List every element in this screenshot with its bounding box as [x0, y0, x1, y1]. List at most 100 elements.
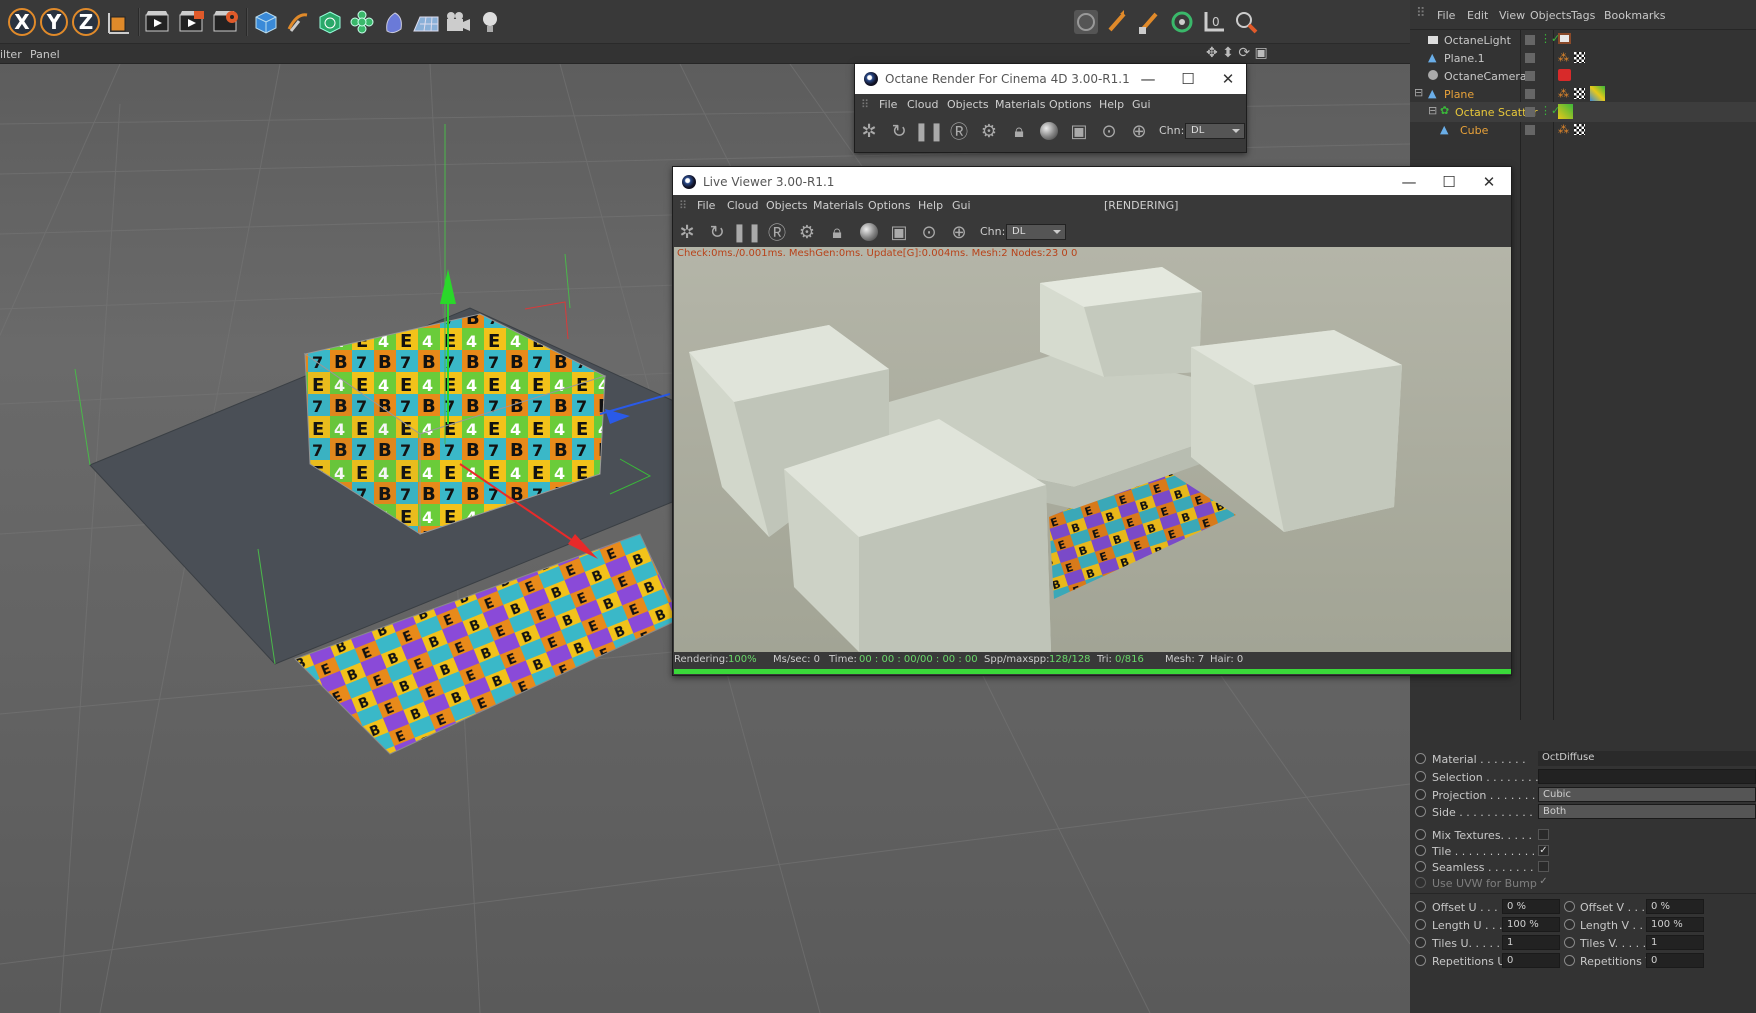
mix-textures-checkbox[interactable]	[1538, 829, 1549, 840]
filter-menu[interactable]: ilter	[0, 48, 22, 61]
object-row-octane-scatter[interactable]: ⊟ ✿ Octane Scatter ⋮✓	[1410, 102, 1756, 122]
viewport-clip-icon[interactable]: ▣	[888, 221, 910, 243]
om-menu-view[interactable]: View	[1499, 9, 1525, 22]
camera-icon[interactable]	[442, 6, 474, 38]
material-tag-icon[interactable]	[1574, 124, 1585, 135]
mix-textures-radio[interactable]	[1415, 829, 1426, 840]
om-menu-objects[interactable]: Objects	[1530, 9, 1572, 22]
octane-menu-materials[interactable]: Materials	[995, 98, 1045, 111]
om-menu-bookmarks[interactable]: Bookmarks	[1604, 9, 1665, 22]
edit-render-settings-icon[interactable]	[210, 6, 242, 38]
settings-gear-icon[interactable]: ⚙	[978, 120, 1000, 142]
lv-menu-gui[interactable]: Gui	[952, 199, 971, 212]
collapse-icon[interactable]: ⊟	[1414, 86, 1423, 99]
object-row-plane1[interactable]: ▲ Plane.1 ⁂	[1410, 48, 1756, 68]
edit-icon[interactable]	[1525, 35, 1535, 45]
edit-icon[interactable]	[1525, 107, 1535, 117]
tiles-u-field[interactable]: 1	[1502, 935, 1560, 950]
live-selection-icon[interactable]	[1070, 6, 1102, 38]
material-tag-icon[interactable]	[1574, 52, 1585, 63]
octane-menu-file[interactable]: File	[879, 98, 897, 111]
material-pick-icon[interactable]: ⊕	[948, 221, 970, 243]
x-axis-lock-button[interactable]: X	[6, 6, 38, 38]
z-axis-lock-button[interactable]: Z	[70, 6, 102, 38]
restart-render-icon[interactable]: ↻	[706, 221, 728, 243]
lv-menu-materials[interactable]: Materials	[813, 199, 863, 212]
edit-icon[interactable]	[1525, 89, 1535, 99]
tile-radio[interactable]	[1415, 845, 1426, 856]
phong-tag-icon[interactable]: ⁂	[1558, 123, 1569, 136]
viewport-nav-icons[interactable]: ✥ ⬍ ⟳ ▣	[1206, 45, 1268, 61]
scatter-tag-icon[interactable]	[1558, 104, 1573, 119]
material-tag-icon[interactable]	[1574, 88, 1585, 99]
octane-titlebar[interactable]: Octane Render For Cinema 4D 3.00-R1.1 — …	[855, 64, 1246, 94]
om-menu-edit[interactable]: Edit	[1467, 9, 1488, 22]
pause-render-icon[interactable]: ❚❚	[732, 221, 762, 243]
render-canvas[interactable]: B E Check:0	[674, 247, 1511, 652]
y-axis-lock-button[interactable]: Y	[38, 6, 70, 38]
material-sphere-icon[interactable]	[1038, 120, 1060, 142]
lock-icon[interactable]: 🔒︎	[826, 221, 848, 243]
focus-pick-icon[interactable]: ⊙	[918, 221, 940, 243]
use-uvw-checkbox[interactable]: ✓	[1538, 877, 1549, 888]
render-picture-viewer-icon[interactable]	[176, 6, 208, 38]
collapse-icon[interactable]: ⊟	[1428, 104, 1437, 117]
camera-tag-icon[interactable]	[1558, 69, 1571, 81]
projection-dropdown[interactable]: Cubic	[1538, 787, 1756, 802]
repetitions-v-field[interactable]: 0	[1646, 953, 1704, 968]
object-row-cube[interactable]: ▲ Cube ⁂	[1410, 120, 1756, 140]
object-row-octanecamera[interactable]: OctaneCamera	[1410, 66, 1756, 86]
octane-send-scene-icon[interactable]: ✲	[858, 120, 880, 142]
lv-menu-file[interactable]: File	[697, 199, 715, 212]
octane-menu-objects[interactable]: Objects	[947, 98, 989, 111]
lv-menu-options[interactable]: Options	[868, 199, 910, 212]
edit-icon[interactable]	[1525, 53, 1535, 63]
close-button[interactable]: ✕	[1479, 172, 1499, 192]
object-row-plane[interactable]: ⊟ ▲ Plane ⁂	[1410, 84, 1756, 104]
cube-icon[interactable]	[250, 6, 282, 38]
material-field[interactable]: OctDiffuse	[1538, 751, 1756, 766]
om-menu-tags[interactable]: Tags	[1571, 9, 1595, 22]
material-pick-icon[interactable]: ⊕	[1128, 120, 1150, 142]
length-v-field[interactable]: 100 %	[1646, 917, 1704, 932]
object-row-octanelight[interactable]: OctaneLight ⋮✓	[1410, 30, 1756, 50]
subdivision-icon[interactable]	[314, 6, 346, 38]
seamless-radio[interactable]	[1415, 861, 1426, 872]
tiles-u-radio[interactable]	[1415, 937, 1426, 948]
light-icon[interactable]	[474, 6, 506, 38]
minimize-button[interactable]: —	[1399, 172, 1419, 192]
floor-icon[interactable]	[410, 6, 442, 38]
close-button[interactable]: ✕	[1218, 69, 1238, 89]
focus-pick-icon[interactable]: ⊙	[1098, 120, 1120, 142]
region-render-icon[interactable]: Ⓡ	[766, 221, 788, 244]
cloner-icon[interactable]	[346, 6, 378, 38]
om-menu-file[interactable]: File	[1437, 9, 1455, 22]
phong-tag-icon[interactable]: ⁂	[1558, 87, 1569, 100]
snap-icon[interactable]	[1230, 6, 1262, 38]
viewport-clip-icon[interactable]: ▣	[1068, 120, 1090, 142]
lv-menu-cloud[interactable]: Cloud	[727, 199, 758, 212]
move-icon[interactable]	[1102, 6, 1134, 38]
scale-icon[interactable]	[1134, 6, 1166, 38]
selection-radio[interactable]	[1415, 771, 1426, 782]
seamless-checkbox[interactable]	[1538, 861, 1549, 872]
coordinate-system-icon[interactable]	[102, 6, 134, 38]
octane-menu-options[interactable]: Options	[1049, 98, 1091, 111]
region-render-icon[interactable]: Ⓡ	[948, 120, 970, 143]
offset-v-field[interactable]: 0 %	[1646, 899, 1704, 914]
lock-icon[interactable]: 🔒︎	[1008, 120, 1030, 142]
workplane-icon[interactable]: 0	[1198, 6, 1230, 38]
repetitions-u-field[interactable]: 0	[1502, 953, 1560, 968]
tiles-v-radio[interactable]	[1564, 937, 1575, 948]
length-u-field[interactable]: 100 %	[1502, 917, 1560, 932]
render-view-icon[interactable]	[142, 6, 174, 38]
deformer-icon[interactable]	[378, 6, 410, 38]
selection-field[interactable]	[1538, 769, 1756, 784]
live-viewer-titlebar[interactable]: Live Viewer 3.00-R1.1 — ☐ ✕	[673, 167, 1511, 197]
settings-gear-icon[interactable]: ⚙	[796, 221, 818, 243]
texture-tag-icon[interactable]	[1590, 86, 1605, 101]
octane-menu-cloud[interactable]: Cloud	[907, 98, 938, 111]
pen-icon[interactable]	[282, 6, 314, 38]
tile-checkbox[interactable]: ✓	[1538, 845, 1549, 856]
octane-menu-help[interactable]: Help	[1099, 98, 1124, 111]
